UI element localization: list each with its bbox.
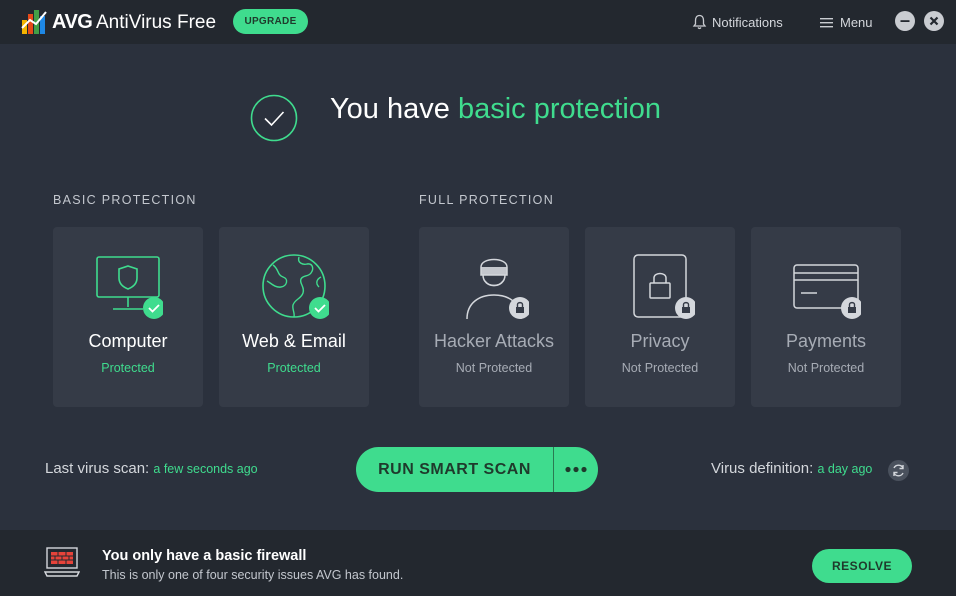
menu-button[interactable]: Menu [820, 13, 873, 31]
scan-options-button[interactable] [554, 447, 598, 492]
firewall-alert-subtitle: This is only one of four security issues… [102, 568, 404, 582]
full-protection-label: FULL PROTECTION [419, 193, 555, 207]
minimize-icon [900, 20, 910, 22]
computer-card[interactable]: Computer Protected [53, 227, 203, 407]
headline-accent: basic protection [457, 93, 662, 125]
firewall-alert-title: You only have a basic firewall [102, 548, 307, 564]
card-title: Web & Email [242, 331, 346, 351]
card-title: Payments [785, 331, 867, 351]
refresh-definitions-button[interactable] [888, 460, 909, 481]
card-title: Computer [88, 331, 168, 351]
privacy-lock-icon [633, 254, 695, 319]
title-bar: AVG AntiVirus Free UPGRADE Notifications… [0, 0, 956, 44]
privacy-card[interactable]: Privacy Not Protected [585, 227, 735, 407]
close-button[interactable] [924, 11, 944, 31]
product-name: AntiVirus Free [96, 12, 217, 33]
basic-protection-label: BASIC PROTECTION [53, 193, 197, 207]
card-title: Hacker Attacks [433, 331, 555, 351]
card-status: Protected [267, 361, 321, 375]
hamburger-icon [820, 17, 833, 27]
upgrade-button[interactable]: UPGRADE [233, 9, 308, 34]
card-status: Not Protected [455, 361, 533, 375]
firewall-icon [44, 547, 80, 577]
hacker-attacks-card[interactable]: Hacker Attacks Not Protected [419, 227, 569, 407]
bell-icon [692, 14, 707, 30]
protection-headline: You have basic protection [330, 93, 661, 126]
virus-definition-value: a day ago [817, 462, 873, 476]
status-check-icon [250, 94, 298, 142]
globe-icon [262, 254, 329, 319]
brand-name: AVG [52, 11, 93, 33]
last-scan: Last virus scan: a few seconds ago [45, 460, 258, 477]
card-status: Not Protected [787, 361, 865, 375]
virus-definition: Virus definition: a day ago [711, 460, 872, 477]
headline-prefix: You have [330, 93, 458, 125]
last-scan-value: a few seconds ago [153, 462, 258, 476]
notifications-label: Notifications [712, 14, 783, 30]
menu-label: Menu [840, 14, 873, 30]
more-dots-icon [565, 466, 587, 473]
resolve-button[interactable]: RESOLVE [812, 549, 912, 583]
payments-card[interactable]: Payments Not Protected [751, 227, 901, 407]
card-status: Not Protected [621, 361, 699, 375]
card-title: Privacy [630, 331, 690, 351]
notifications-button[interactable]: Notifications [692, 13, 783, 31]
minimize-button[interactable] [895, 11, 915, 31]
last-scan-label: Last virus scan: [45, 460, 150, 477]
credit-card-icon [793, 264, 861, 319]
web-email-card[interactable]: Web & Email Protected [219, 227, 369, 407]
card-status: Protected [101, 361, 155, 375]
avg-logo-icon [21, 10, 47, 34]
firewall-alert-bar: You only have a basic firewall This is o… [0, 530, 956, 596]
run-smart-scan-button[interactable]: RUN SMART SCAN [356, 447, 553, 492]
close-icon [929, 16, 939, 26]
refresh-icon [893, 464, 904, 477]
virus-definition-label: Virus definition: [711, 460, 814, 477]
hacker-icon [466, 258, 529, 320]
computer-shield-icon [96, 256, 163, 319]
